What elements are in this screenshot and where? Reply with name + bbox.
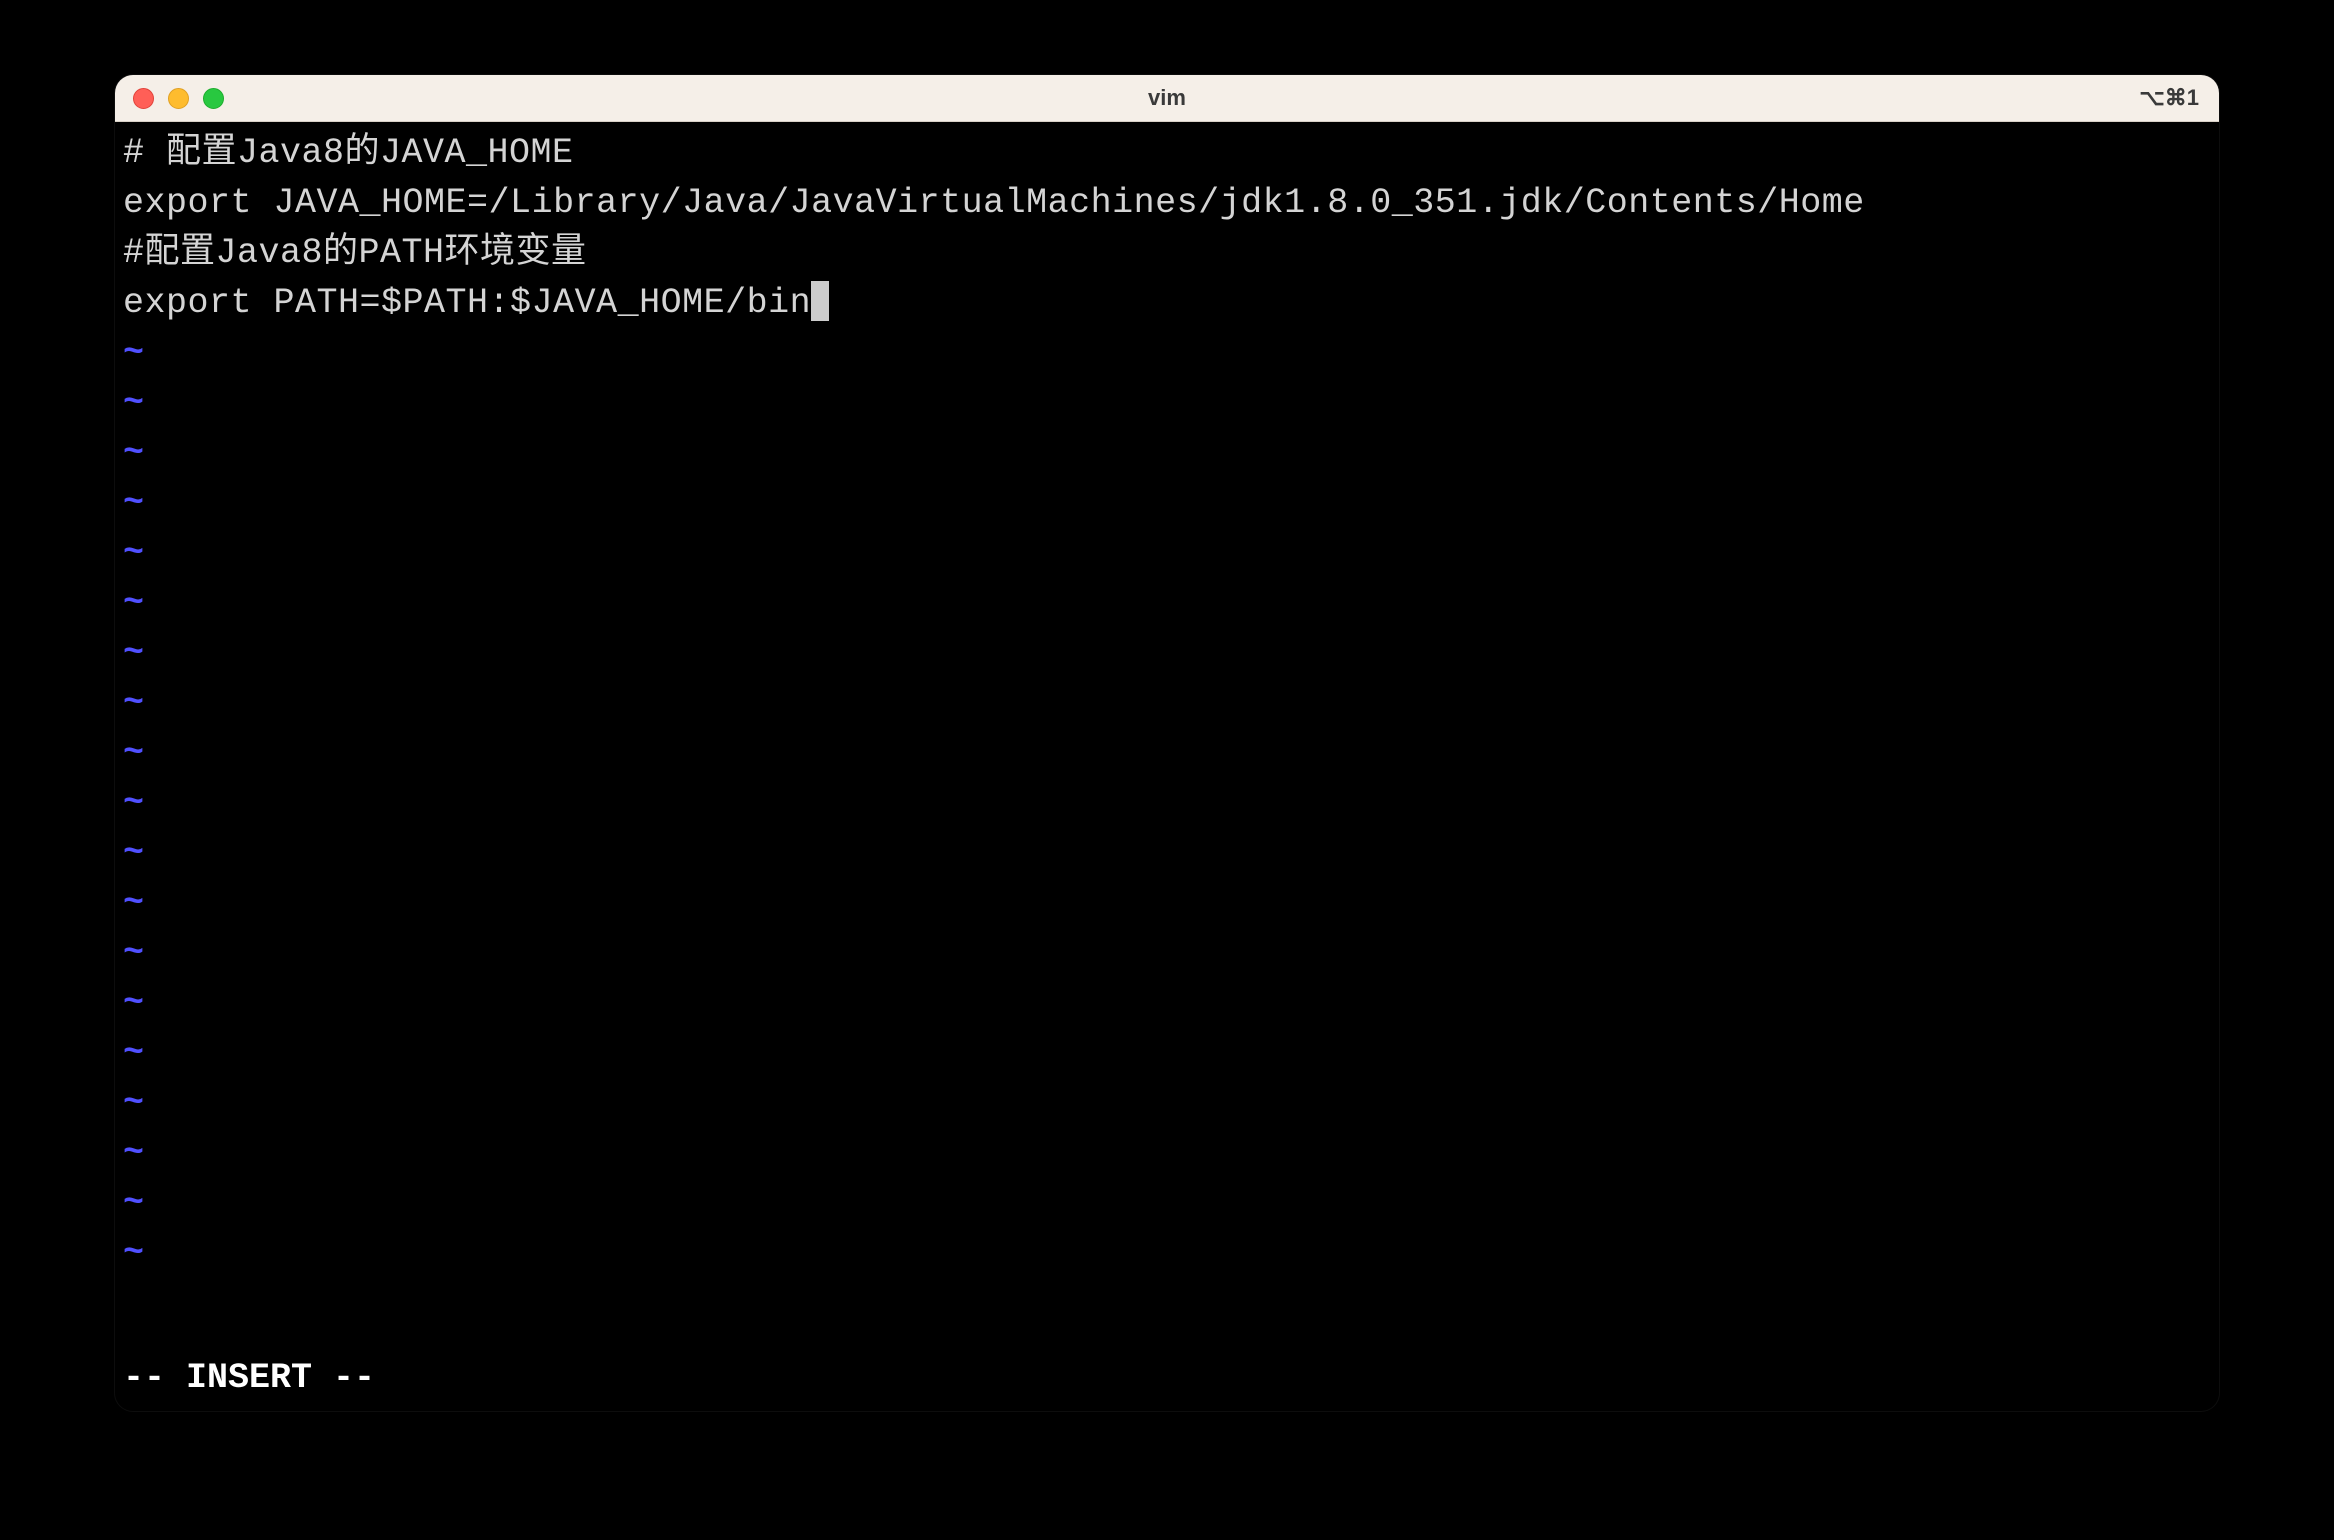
- mode-indicator: -- INSERT --: [123, 1353, 375, 1403]
- empty-line-marker: ~: [123, 378, 2211, 428]
- maximize-icon[interactable]: [203, 88, 224, 109]
- empty-line-marker: ~: [123, 578, 2211, 628]
- empty-line-marker: ~: [123, 1228, 2211, 1278]
- empty-line-marker: ~: [123, 628, 2211, 678]
- empty-line-marker: ~: [123, 478, 2211, 528]
- empty-line-marker: ~: [123, 1128, 2211, 1178]
- empty-line-marker: ~: [123, 728, 2211, 778]
- empty-line-marker: ~: [123, 928, 2211, 978]
- window-shortcut-label: ⌥⌘1: [2139, 85, 2199, 111]
- empty-line-marker: ~: [123, 528, 2211, 578]
- empty-line-marker: ~: [123, 428, 2211, 478]
- window-titlebar[interactable]: vim ⌥⌘1: [115, 75, 2219, 122]
- empty-line-marker: ~: [123, 678, 2211, 728]
- empty-line-marker: ~: [123, 828, 2211, 878]
- editor-line: # 配置Java8的JAVA_HOME: [123, 128, 2211, 178]
- window-title: vim: [1148, 85, 1186, 111]
- editor-line-text: export PATH=$PATH:$JAVA_HOME/bin: [123, 283, 811, 323]
- cursor-icon: [811, 281, 829, 321]
- minimize-icon[interactable]: [168, 88, 189, 109]
- terminal-window: vim ⌥⌘1 # 配置Java8的JAVA_HOME export JAVA_…: [115, 75, 2219, 1411]
- editor-line: export JAVA_HOME=/Library/Java/JavaVirtu…: [123, 178, 2211, 228]
- empty-line-marker: ~: [123, 1028, 2211, 1078]
- empty-line-marker: ~: [123, 1178, 2211, 1228]
- empty-line-marker: ~: [123, 778, 2211, 828]
- editor-line: export PATH=$PATH:$JAVA_HOME/bin: [123, 278, 2211, 328]
- close-icon[interactable]: [133, 88, 154, 109]
- empty-line-marker: ~: [123, 1078, 2211, 1128]
- empty-lines-area: ~~~~~~~~~~~~~~~~~~~: [123, 328, 2211, 1405]
- editor-line: #配置Java8的PATH环境变量: [123, 228, 2211, 278]
- editor-area[interactable]: # 配置Java8的JAVA_HOME export JAVA_HOME=/Li…: [115, 122, 2219, 1411]
- empty-line-marker: ~: [123, 878, 2211, 928]
- traffic-lights: [133, 88, 224, 109]
- empty-line-marker: ~: [123, 328, 2211, 378]
- empty-line-marker: ~: [123, 978, 2211, 1028]
